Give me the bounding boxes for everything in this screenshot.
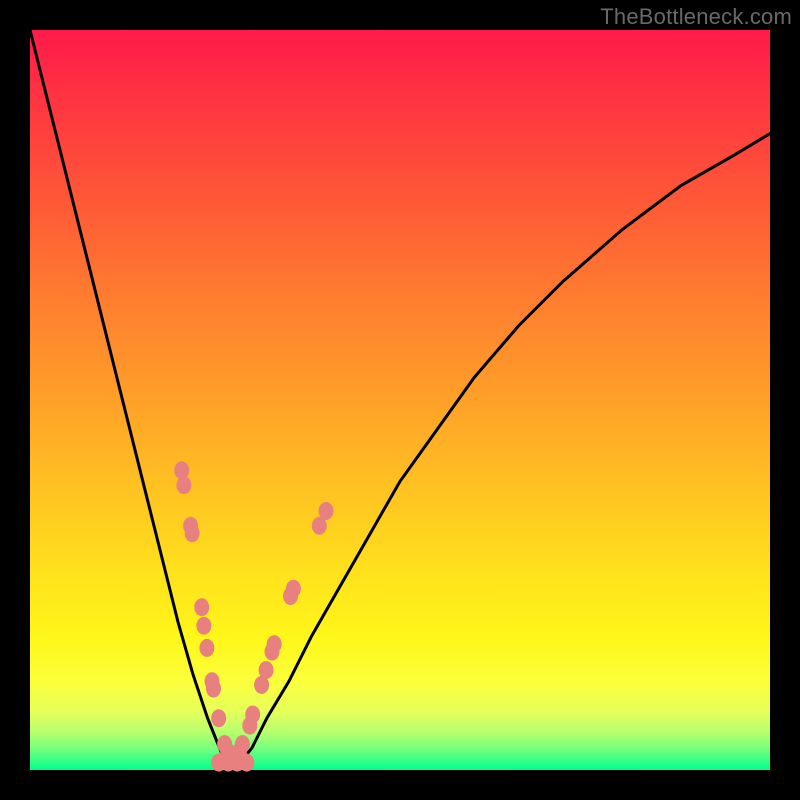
scatter-point	[267, 635, 282, 653]
bottleneck-curve	[30, 30, 770, 770]
chart-frame: TheBottleneck.com	[0, 0, 800, 800]
chart-svg	[30, 30, 770, 770]
scatter-point	[286, 580, 301, 598]
scatter-point	[206, 680, 221, 698]
scatter-point	[235, 735, 250, 753]
scatter-point	[259, 661, 274, 679]
scatter-point	[245, 706, 260, 724]
scatter-point	[194, 598, 209, 616]
scatter-point	[319, 502, 334, 520]
scatter-markers	[174, 461, 333, 771]
scatter-point	[176, 476, 191, 494]
scatter-point	[185, 524, 200, 542]
watermark-text: TheBottleneck.com	[600, 4, 792, 30]
scatter-point	[196, 617, 211, 635]
scatter-point	[199, 639, 214, 657]
scatter-point	[211, 709, 226, 727]
